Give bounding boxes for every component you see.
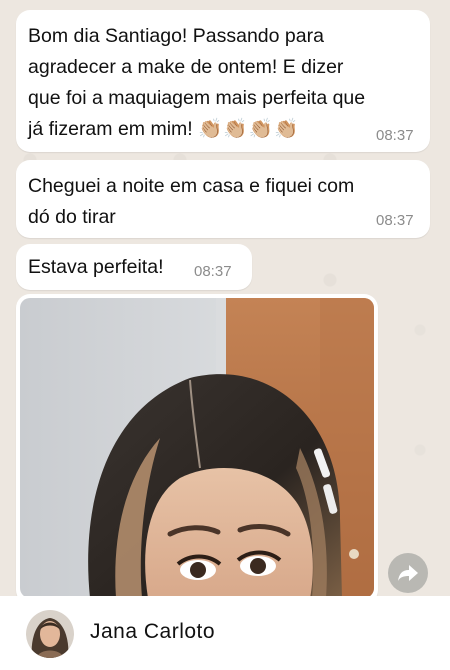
message-text-2: Cheguei a noite em casa e fiquei com dó … (28, 175, 355, 228)
contact-footer: Jana Carloto (0, 596, 450, 670)
message-text-3: Estava perfeita! (28, 256, 164, 278)
message-time-2: 08:37 (376, 212, 414, 229)
message-bubble-2[interactable]: Cheguei a noite em casa e fiquei com dó … (16, 160, 430, 238)
message-text-1: Bom dia Santiago! Passando para agradece… (28, 25, 366, 140)
message-time-3: 08:37 (194, 263, 232, 280)
message-bubble-1[interactable]: Bom dia Santiago! Passando para agradece… (16, 10, 430, 152)
media-message[interactable] (16, 294, 378, 604)
contact-name: Jana Carloto (90, 620, 216, 643)
avatar-icon[interactable] (26, 610, 74, 658)
clapping-emoji-icon: 👏🏼👏🏼👏🏼👏🏼 (198, 118, 300, 140)
photo-icon[interactable] (20, 298, 374, 598)
message-time-1: 08:37 (376, 127, 414, 144)
forward-icon (398, 565, 418, 581)
message-bubble-3[interactable]: Estava perfeita! 08:37 (16, 244, 252, 290)
forward-button[interactable] (388, 553, 428, 593)
